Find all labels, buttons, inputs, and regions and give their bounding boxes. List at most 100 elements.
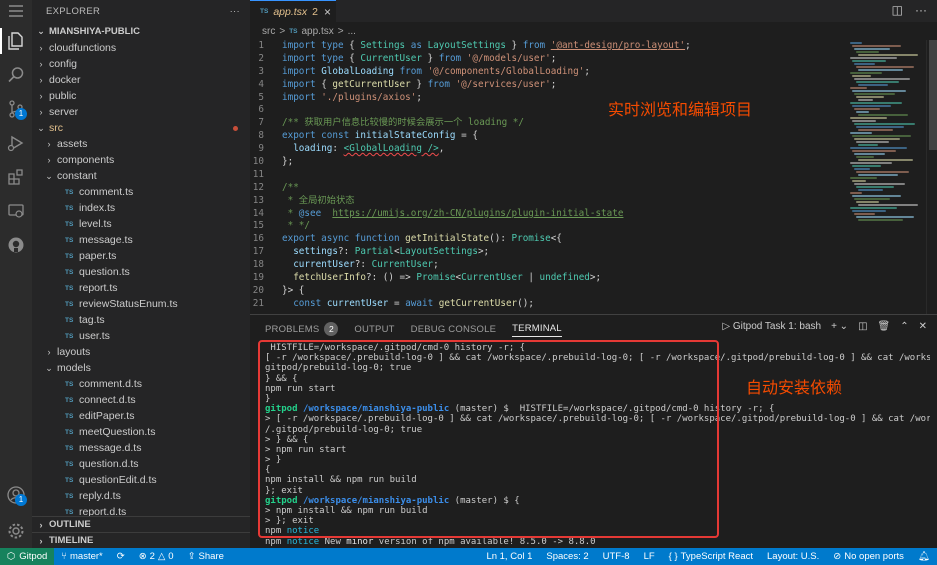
editor-scrollbar[interactable] (926, 40, 937, 314)
close-panel-icon[interactable]: ✕ (919, 321, 927, 332)
chevron-down-icon: ⌄ (45, 362, 53, 373)
sync-button[interactable]: ⟳ (110, 551, 132, 562)
code-editor[interactable]: 1 import type { Settings as LayoutSetting… (250, 40, 848, 314)
tree-file-item[interactable]: TS paper.ts (32, 248, 250, 264)
split-editor-icon[interactable]: ◫ (892, 3, 903, 17)
tree-file-item[interactable]: TS level.ts (32, 216, 250, 232)
minimap-line (852, 90, 906, 92)
more-actions-icon[interactable]: ··· (915, 3, 927, 17)
tree-folder-item[interactable]: › assets (32, 136, 250, 152)
breadcrumb-more[interactable]: ... (348, 26, 356, 37)
tree-folder-item[interactable]: › cloudfunctions (32, 40, 250, 56)
tree-file-item[interactable]: TS reply.d.ts (32, 488, 250, 504)
branch-indicator[interactable]: ⑂ master* (54, 551, 109, 562)
tree-folder-item[interactable]: › layouts (32, 344, 250, 360)
encoding[interactable]: UTF-8 (596, 551, 637, 562)
terminal-line: npm install && npm run build (265, 475, 417, 486)
tree-file-item[interactable]: TS meetQuestion.ts (32, 424, 250, 440)
search-icon[interactable] (0, 58, 32, 92)
terminal-line: gitpod /workspace/mianshiya-public (mast… (265, 404, 775, 415)
tree-folder-item[interactable]: › docker (32, 72, 250, 88)
tree-file-item[interactable]: TS tag.ts (32, 312, 250, 328)
code-line: 10}; (250, 156, 848, 169)
tree-file-item[interactable]: TS comment.ts (32, 184, 250, 200)
tab-debug-console[interactable]: DEBUG CONSOLE (411, 321, 496, 337)
end-of-line[interactable]: LF (637, 551, 662, 562)
indentation[interactable]: Spaces: 2 (539, 551, 595, 562)
maximize-panel-icon[interactable]: ⌃ (900, 321, 908, 332)
tab-problem-count: 2 (312, 5, 319, 18)
tree-file-item[interactable]: TS questionEdit.d.ts (32, 472, 250, 488)
minimap-line (854, 168, 870, 170)
tree-file-item[interactable]: TS editPaper.ts (32, 408, 250, 424)
add-terminal-icon[interactable]: + ⌄ (831, 321, 848, 332)
accounts-icon[interactable]: 1 (0, 478, 32, 512)
tree-folder-item[interactable]: › public (32, 88, 250, 104)
minimap-line (858, 189, 883, 191)
chevron-right-icon: › (39, 59, 43, 69)
minimap[interactable] (848, 40, 926, 314)
split-terminal-icon[interactable]: ◫ (858, 321, 867, 332)
line-number: 6 (258, 104, 264, 116)
terminal-line: > } && { (265, 434, 309, 445)
tree-item-label: connect.d.ts (79, 394, 136, 406)
minimap-line (856, 126, 904, 128)
tree-file-item[interactable]: TS index.ts (32, 200, 250, 216)
tree-item-label: layouts (57, 346, 91, 358)
line-number: 18 (252, 259, 264, 271)
extensions-icon[interactable] (0, 160, 32, 194)
problems-indicator[interactable]: ⊗ 2 △ 0 (132, 551, 181, 562)
minimap-line (850, 147, 907, 149)
tab-terminal[interactable]: TERMINAL (512, 321, 562, 337)
tree-folder-item[interactable]: ⌄ src (32, 120, 250, 136)
tab-app-tsx[interactable]: TS app.tsx 2 × (250, 0, 336, 22)
source-control-icon[interactable]: 1 (0, 92, 32, 126)
remote-indicator[interactable]: ⬡ Gitpod (0, 548, 55, 565)
ports-indicator[interactable]: ⊘ No open ports (826, 551, 911, 562)
tree-file-item[interactable]: TS comment.d.ts (32, 376, 250, 392)
tree-file-item[interactable]: TS reviewStatusEnum.ts (32, 296, 250, 312)
remote-explorer-icon[interactable] (0, 194, 32, 228)
menu-icon[interactable] (0, 0, 32, 22)
code-line: 8 export const initialStateConfig = { (250, 130, 848, 143)
run-debug-icon[interactable] (0, 126, 32, 160)
scrollbar-thumb[interactable] (929, 40, 937, 150)
tree-folder-item[interactable]: ⌄ constant (32, 168, 250, 184)
tree-file-item[interactable]: TS question.d.ts (32, 456, 250, 472)
tree-folder-item[interactable]: › config (32, 56, 250, 72)
share-button[interactable]: ⇪ Share (181, 551, 231, 562)
cursor-position[interactable]: Ln 1, Col 1 (479, 551, 539, 562)
code-line: 9 loading: <GlobalLoading />, (250, 143, 848, 156)
minimap-line (854, 93, 895, 95)
breadcrumb-file[interactable]: app.tsx (302, 26, 334, 37)
settings-gear-icon[interactable] (0, 514, 32, 548)
trash-icon[interactable]: 🗑 (878, 321, 891, 332)
tree-file-item[interactable]: TS message.d.ts (32, 440, 250, 456)
chevron-right-icon: › (39, 43, 43, 53)
tree-file-item[interactable]: TS message.ts (32, 232, 250, 248)
keyboard-layout[interactable]: Layout: U.S. (760, 551, 826, 562)
code-line: 1 import type { Settings as LayoutSetting… (250, 40, 848, 53)
tree-file-item[interactable]: TS connect.d.ts (32, 392, 250, 408)
tree-folder-item[interactable]: › components (32, 152, 250, 168)
tree-file-item[interactable]: TS user.ts (32, 328, 250, 344)
tree-item-label: tag.ts (79, 314, 105, 326)
tree-folder-item[interactable]: › server (32, 104, 250, 120)
workspace-root[interactable]: ⌄ MIANSHIYA-PUBLIC (32, 22, 250, 40)
tree-folder-item[interactable]: ⌄ models (32, 360, 250, 376)
close-icon[interactable]: × (324, 5, 331, 19)
breadcrumb-folder[interactable]: src (262, 26, 275, 37)
explorer-icon[interactable] (0, 24, 32, 58)
tab-output[interactable]: OUTPUT (354, 321, 394, 337)
github-icon[interactable] (0, 228, 32, 262)
tab-problems[interactable]: PROBLEMS 2 (265, 321, 339, 337)
tree-file-item[interactable]: TS report.ts (32, 280, 250, 296)
explorer-more-icon[interactable]: ··· (230, 6, 240, 17)
terminal-selector[interactable]: ▷ Gitpod Task 1: bash (722, 321, 821, 332)
timeline-section[interactable]: › TIMELINE (32, 532, 250, 548)
language-mode[interactable]: { } TypeScript React (662, 551, 760, 562)
share-icon: ⇪ (187, 551, 196, 562)
tree-file-item[interactable]: TS question.ts (32, 264, 250, 280)
notifications-bell-icon[interactable]: 🔔︎ (911, 551, 937, 562)
outline-section[interactable]: › OUTLINE (32, 516, 250, 532)
